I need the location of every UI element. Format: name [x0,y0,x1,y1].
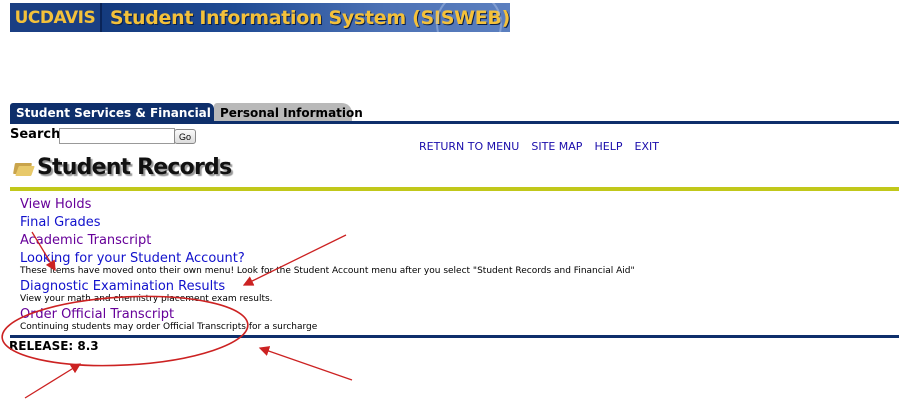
page-title: Student Records [37,155,232,180]
student-account-link[interactable]: Looking for your Student Account? [20,250,880,267]
sisweb-banner: UCDAVIS Student Information System (SISW… [10,3,510,32]
page-title-block: Student Records [13,155,232,180]
student-records-menu: View Holds Final Grades Academic Transcr… [20,196,880,334]
seal-icon [436,3,502,32]
help-link[interactable]: HELP [595,140,623,153]
go-button[interactable]: Go [174,129,196,144]
top-nav-links: RETURN TO MENU SITE MAP HELP EXIT [419,140,668,153]
annotation-arrow-3 [24,363,82,399]
view-holds-link[interactable]: View Holds [20,196,880,213]
diagnostic-exam-description: View your math and chemistry placement e… [20,294,273,304]
title-divider [10,187,899,191]
return-to-menu-link[interactable]: RETURN TO MENU [419,140,519,153]
ucdavis-logo: UCDAVIS [10,3,102,32]
search-input[interactable] [59,128,175,144]
footer-divider [10,335,899,338]
diagnostic-exam-link[interactable]: Diagnostic Examination Results [20,278,880,295]
order-official-transcript-link[interactable]: Order Official Transcript [20,306,880,323]
academic-transcript-link[interactable]: Academic Transcript [20,232,880,249]
release-version: RELEASE: 8.3 [9,339,99,353]
tab-student-services[interactable]: Student Services & Financial Aid [10,103,237,122]
student-account-description: These items have moved onto their own me… [20,266,635,276]
folder-icon [13,160,35,176]
annotation-arrow-4 [258,346,353,381]
official-transcript-description: Continuing students may order Official T… [20,322,318,332]
final-grades-link[interactable]: Final Grades [20,214,880,231]
tab-personal-information[interactable]: Personal Information [214,103,363,122]
exit-link[interactable]: EXIT [635,140,659,153]
site-map-link[interactable]: SITE MAP [531,140,582,153]
search-label: Search [10,127,61,142]
tab-divider [10,121,899,124]
